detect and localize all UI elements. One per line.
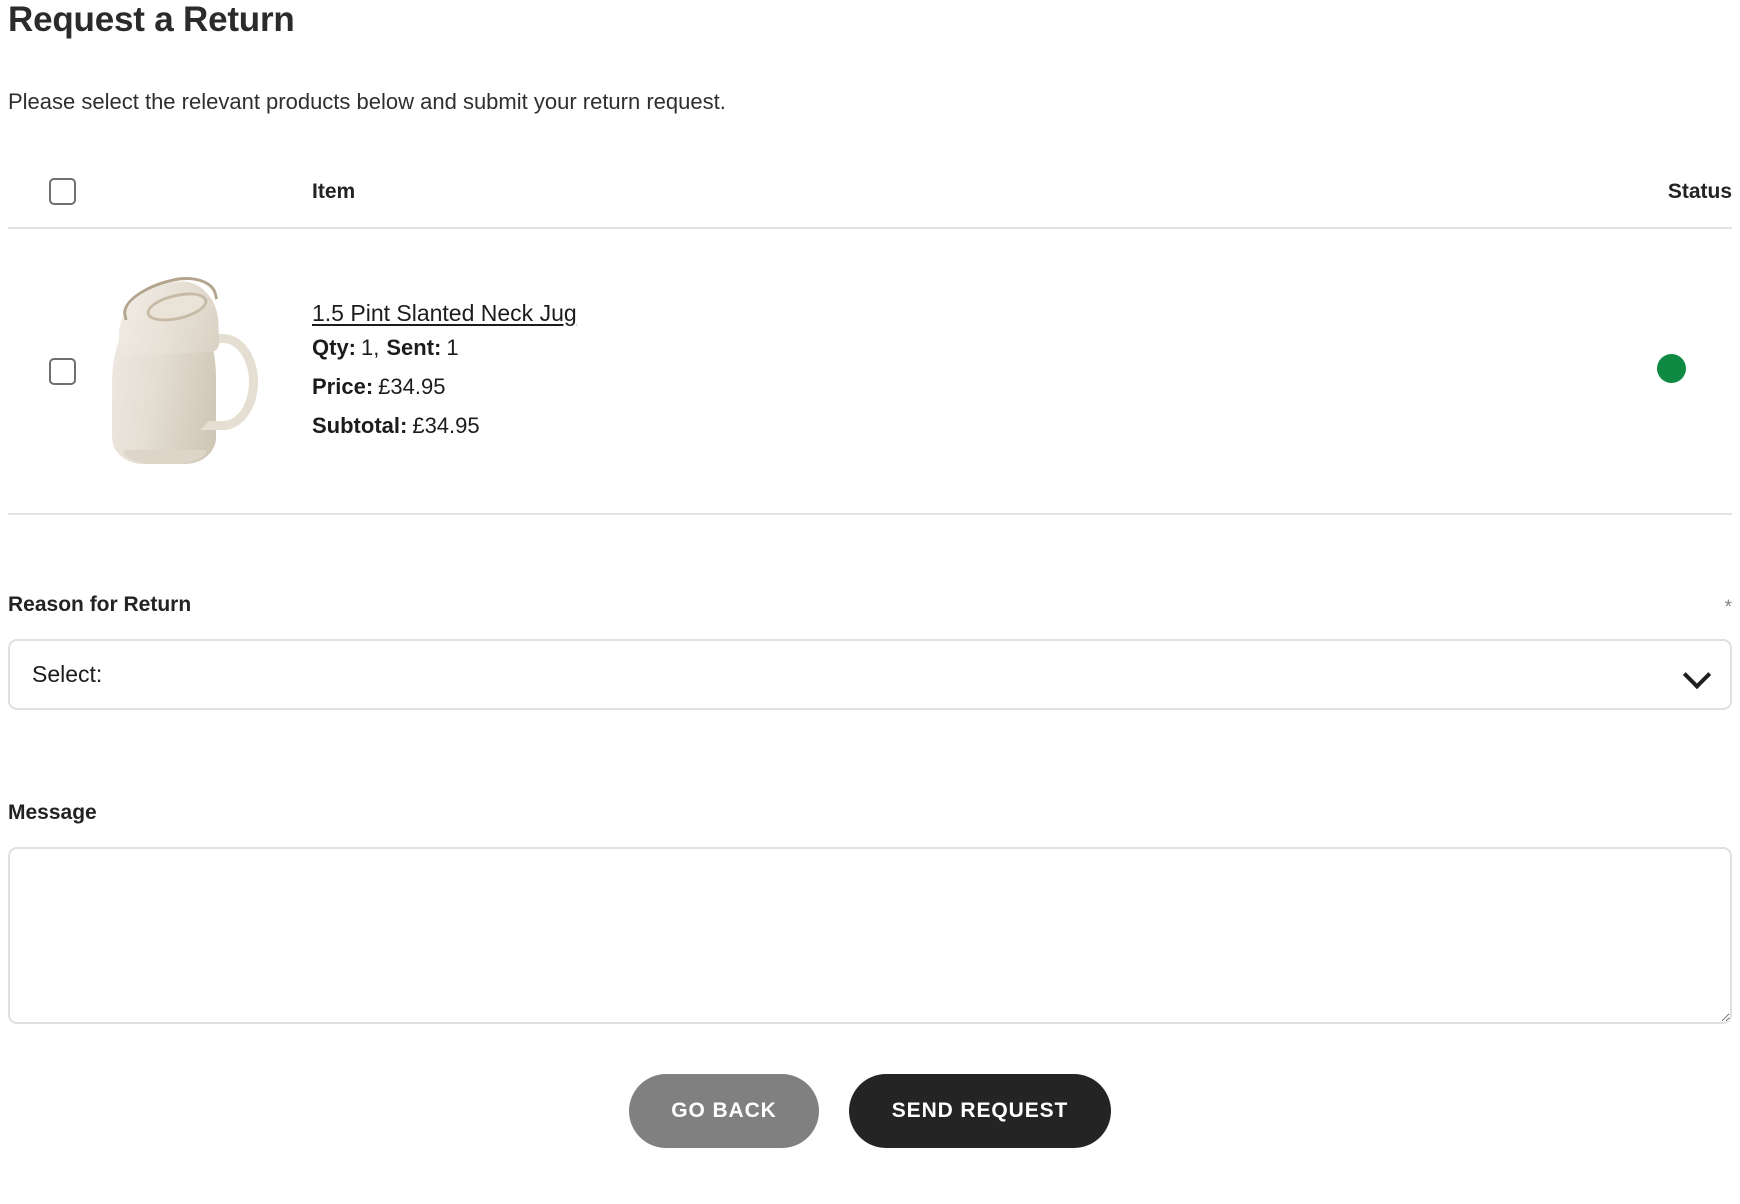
message-input[interactable] [8,847,1732,1024]
product-image [106,269,282,464]
form-actions: GO BACK SEND REQUEST [8,1074,1732,1148]
table-header: Item Status [8,178,1732,228]
page-subtitle: Please select the relevant products belo… [8,89,726,114]
page-title: Request a Return [8,0,295,39]
row-checkbox[interactable] [49,357,76,385]
reason-field-group: Reason for Return * Select: [8,593,1732,710]
reason-label: Reason for Return [8,593,192,616]
sent-value: 1 [446,334,459,360]
table-row: 1.5 Pint Slanted Neck Jug Qty: 1, Sent: 1 P… [8,227,1732,515]
sent-label: Sent: [386,334,442,360]
status-header: Status [1667,179,1732,203]
item-header: Item [312,179,356,203]
select-all-header [8,178,100,228]
reason-select-wrapper: Select: [8,639,1732,710]
message-field-group: Message [8,801,1732,1024]
qty-value: 1, [361,334,380,360]
price-line: Price: £34.95 [312,367,1520,406]
row-select-cell [8,227,100,515]
select-all-wrapper [8,178,76,205]
status-cell [1520,227,1732,515]
request-return-page: Request a Return Please select the relev… [0,0,1740,1204]
product-name-link[interactable]: 1.5 Pint Slanted Neck Jug [312,298,577,328]
subtotal-line: Subtotal: £34.95 [312,406,1520,445]
price-value: £34.95 [378,373,446,399]
subtotal-label: Subtotal: [312,412,408,438]
send-request-button[interactable]: SEND REQUEST [849,1074,1111,1148]
subtotal-value: £34.95 [412,412,480,438]
reason-select[interactable]: Select: [8,639,1732,710]
table-header-row: Item Status [8,178,1732,228]
image-header [100,178,312,228]
qty-label: Qty: [312,334,356,360]
status-badge [1657,354,1686,383]
quantity-line: Qty: 1, Sent: 1 [312,328,1520,367]
table-body: 1.5 Pint Slanted Neck Jug Qty: 1, Sent: 1 P… [8,227,1732,515]
select-all-checkbox[interactable] [49,178,76,205]
required-asterisk: * [1724,597,1732,618]
message-label: Message [8,801,97,824]
price-label: Price: [312,373,374,399]
product-details-cell: 1.5 Pint Slanted Neck Jug Qty: 1, Sent: 1 P… [312,227,1520,515]
return-items-table: Item Status 1.5 Pint Slanted Neck Jug Qt… [8,178,1732,515]
product-image-cell [100,227,312,515]
row-select-wrapper [8,357,76,385]
go-back-button[interactable]: GO BACK [629,1074,819,1148]
